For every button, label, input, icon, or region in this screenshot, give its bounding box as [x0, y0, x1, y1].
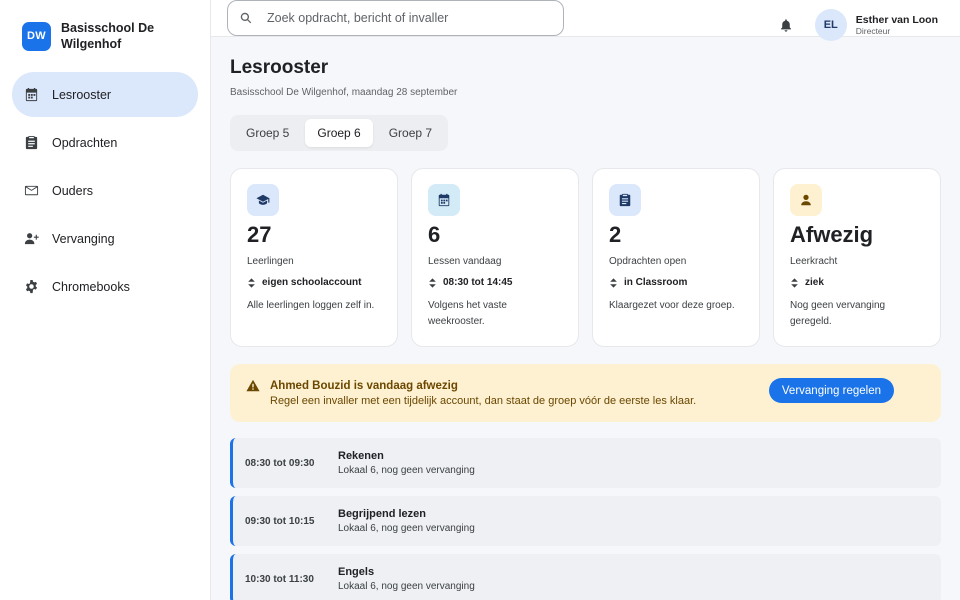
clipboard-icon: [619, 193, 631, 207]
card-description: Klaargezet voor deze groep.: [609, 300, 735, 311]
card-description: Volgens het vaste weekrooster.: [428, 300, 507, 327]
card-icon: [247, 184, 279, 216]
alert-text: Regel een invaller met een tijdelijk acc…: [270, 394, 697, 407]
search-icon: [240, 12, 252, 24]
sidebar-item-chromebooks[interactable]: Chromebooks: [12, 264, 198, 309]
chevron-up-down-icon: [610, 277, 617, 288]
group-tabs: Groep 5 Groep 6 Groep 7: [230, 115, 449, 151]
lesson-subject: Engels: [338, 566, 375, 578]
card-meta: eigen schoolaccount: [247, 277, 381, 288]
content: Lesrooster Basisschool De Wilgenhof, maa…: [211, 37, 960, 600]
lesson-row[interactable]: 08:30 tot 09:30 Rekenen Lokaal 6, nog ge…: [230, 438, 941, 488]
card-value: 6: [428, 222, 441, 247]
chevron-up-down-icon: [429, 277, 436, 288]
user-name: Esther van Loon: [855, 13, 938, 26]
card-description: Nog geen vervanging geregeld.: [790, 300, 886, 327]
card-description: Alle leerlingen loggen zelf in.: [247, 300, 375, 311]
card-icon: [790, 184, 822, 216]
sidebar-item-label: Lesrooster: [52, 87, 112, 102]
avatar[interactable]: EL: [814, 9, 847, 41]
lesson-row[interactable]: 10:30 tot 11:30 Engels Lokaal 6, nog gee…: [230, 554, 941, 600]
stat-cards: 27 Leerlingen eigen schoolaccount Alle l…: [230, 168, 941, 347]
topbar: EL Esther van Loon Directeur: [211, 0, 960, 41]
bell-icon[interactable]: [779, 18, 793, 32]
lesson-info: Begrijpend lezen Lokaal 6, nog geen verv…: [338, 508, 475, 534]
stat-card-leerkracht: Afwezig Leerkracht ziek Nog geen vervang…: [773, 168, 941, 347]
sidebar: DW Basisschool De Wilgenhof Lesrooster O…: [0, 0, 211, 600]
lesson-time: 10:30 tot 11:30: [245, 573, 314, 585]
calendar-icon: [438, 193, 450, 207]
lesson-time: 09:30 tot 10:15: [245, 515, 315, 527]
chevron-up-down-icon: [791, 277, 798, 288]
tab-groep-5[interactable]: Groep 5: [234, 119, 301, 147]
lesson-list: 08:30 tot 09:30 Rekenen Lokaal 6, nog ge…: [230, 438, 941, 600]
page-subtitle: Basisschool De Wilgenhof, maandag 28 sep…: [230, 87, 458, 98]
lesson-time: 08:30 tot 09:30: [245, 457, 315, 469]
sidebar-item-lesrooster[interactable]: Lesrooster: [12, 72, 198, 117]
person-icon: [801, 194, 811, 206]
sidebar-item-vervanging[interactable]: Vervanging: [12, 216, 198, 261]
lesson-room: Lokaal 6, nog geen vervanging: [338, 523, 475, 534]
card-meta-text: eigen schoolaccount: [262, 277, 362, 288]
user-info[interactable]: Esther van Loon Directeur: [856, 14, 938, 37]
card-value: 2: [609, 222, 622, 247]
graduation-cap-icon: [256, 194, 270, 205]
stat-card-leerlingen: 27 Leerlingen eigen schoolaccount Alle l…: [230, 168, 398, 347]
sidebar-item-label: Vervanging: [52, 231, 115, 246]
clipboard-icon: [25, 135, 38, 150]
card-meta: in Classroom: [609, 277, 743, 288]
sidebar-item-opdrachten[interactable]: Opdrachten: [12, 120, 198, 165]
brand-name: Basisschool De Wilgenhof: [61, 21, 155, 51]
card-value: 27: [247, 222, 272, 247]
lesson-room: Lokaal 6, nog geen vervanging: [338, 581, 475, 592]
card-label: Opdrachten open: [609, 256, 687, 267]
alert-body: Ahmed Bouzid is vandaag afwezig Regel ee…: [270, 380, 696, 407]
lesson-subject: Rekenen: [338, 450, 384, 462]
gear-icon: [25, 279, 38, 294]
stat-card-opdrachten: 2 Opdrachten open in Classroom Klaargeze…: [592, 168, 760, 347]
alert-title: Ahmed Bouzid is vandaag afwezig: [270, 379, 458, 392]
card-icon: [609, 184, 641, 216]
card-label: Lessen vandaag: [428, 256, 502, 267]
app: DW Basisschool De Wilgenhof Lesrooster O…: [0, 0, 960, 600]
mail-icon: [24, 185, 39, 196]
card-icon: [428, 184, 460, 216]
page-title: Lesrooster: [230, 57, 329, 78]
card-label: Leerkracht: [790, 256, 838, 267]
sidebar-item-label: Chromebooks: [52, 279, 130, 294]
lesson-info: Rekenen Lokaal 6, nog geen vervanging: [338, 450, 475, 476]
sidebar-item-ouders[interactable]: Ouders: [12, 168, 198, 213]
absence-alert: Ahmed Bouzid is vandaag afwezig Regel ee…: [230, 364, 941, 422]
card-meta: ziek: [790, 277, 924, 288]
search-input[interactable]: [267, 11, 547, 25]
warning-icon: [246, 379, 260, 391]
lesson-subject: Begrijpend lezen: [338, 508, 427, 520]
topbar-right: EL Esther van Loon Directeur: [779, 9, 938, 41]
card-meta-text: in Classroom: [624, 277, 688, 288]
calendar-icon: [25, 87, 38, 102]
sidebar-item-label: Opdrachten: [52, 135, 118, 150]
brand[interactable]: DW Basisschool De Wilgenhof: [12, 18, 198, 72]
person-add-icon: [24, 233, 39, 245]
card-value: Afwezig: [790, 222, 874, 247]
card-meta-text: ziek: [805, 277, 824, 288]
brand-logo: DW: [22, 21, 51, 51]
search-box[interactable]: [227, 0, 564, 36]
card-meta: 08:30 tot 14:45: [428, 277, 562, 288]
lesson-row[interactable]: 09:30 tot 10:15 Begrijpend lezen Lokaal …: [230, 496, 941, 546]
card-meta-text: 08:30 tot 14:45: [443, 277, 513, 288]
main: EL Esther van Loon Directeur Lesrooster …: [211, 0, 960, 600]
tab-groep-6[interactable]: Groep 6: [305, 119, 373, 147]
arrange-substitute-button[interactable]: Vervanging regelen: [768, 378, 894, 403]
lesson-info: Engels Lokaal 6, nog geen vervanging: [338, 566, 475, 592]
card-label: Leerlingen: [247, 256, 294, 267]
stat-card-lessen: 6 Lessen vandaag 08:30 tot 14:45 Volgens…: [411, 168, 579, 347]
tab-groep-7[interactable]: Groep 7: [377, 119, 444, 147]
user-role: Directeur: [855, 25, 891, 36]
chevron-up-down-icon: [248, 277, 255, 288]
lesson-room: Lokaal 6, nog geen vervanging: [338, 465, 475, 476]
sidebar-item-label: Ouders: [52, 183, 93, 198]
